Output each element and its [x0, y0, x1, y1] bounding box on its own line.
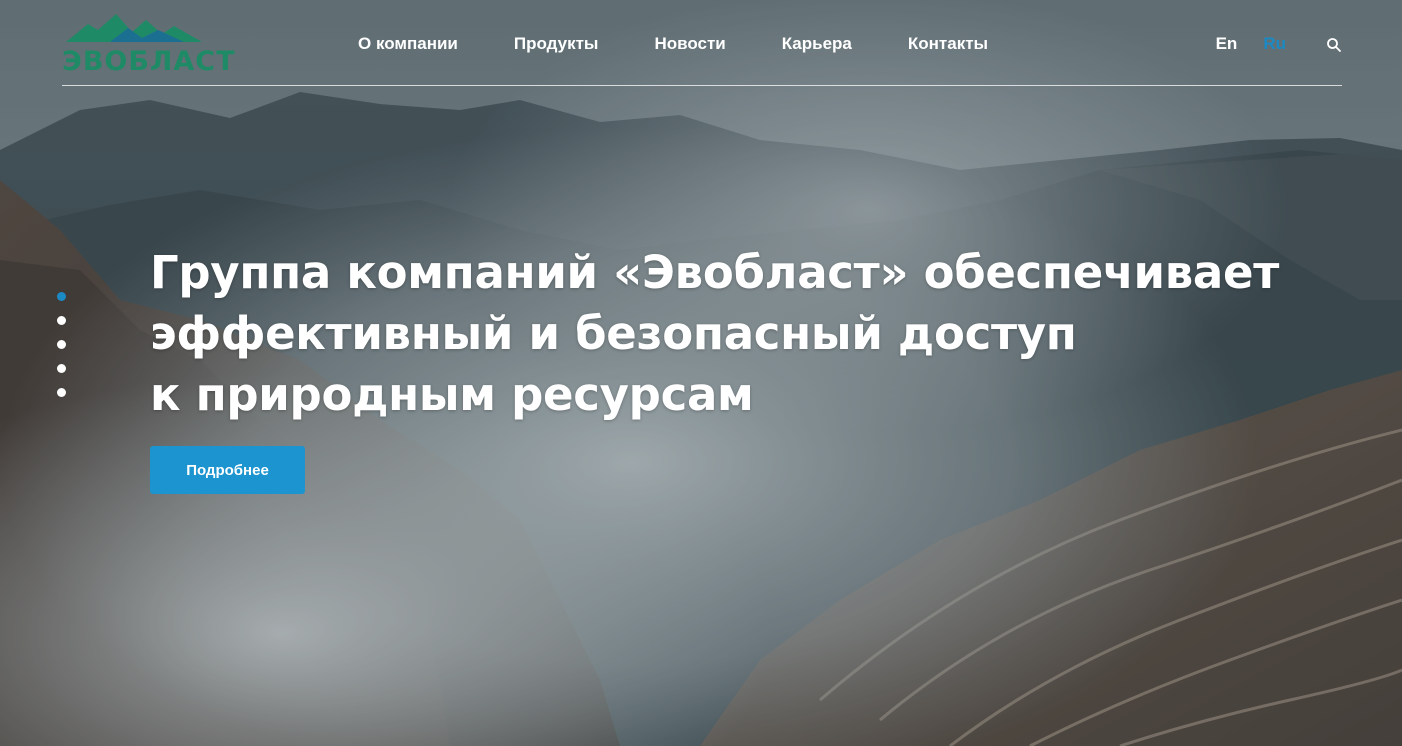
- main-navigation: О компании Продукты Новости Карьера Конт…: [358, 34, 988, 54]
- logo-text: ЭВОБЛАСТ: [62, 46, 236, 77]
- more-details-button[interactable]: Подробнее: [150, 446, 305, 494]
- nav-item-about[interactable]: О компании: [358, 34, 458, 54]
- nav-item-products[interactable]: Продукты: [514, 34, 599, 54]
- headline-line-3: к природным ресурсам: [150, 368, 754, 421]
- headline-line-1: Группа компаний «Эвобласт» обеспечивает: [150, 246, 1279, 299]
- slide-dot-3[interactable]: [57, 340, 66, 349]
- headline-line-2: эффективный и безопасный доступ: [150, 307, 1077, 360]
- slide-dot-5[interactable]: [57, 388, 66, 397]
- nav-item-news[interactable]: Новости: [654, 34, 725, 54]
- hero-section: ЭВОБЛАСТ О компании Продукты Новости Кар…: [0, 0, 1402, 746]
- slide-dot-2[interactable]: [57, 316, 66, 325]
- language-switcher: En Ru: [1216, 34, 1286, 54]
- hero-headline: Группа компаний «Эвобласт» обеспечивает …: [150, 242, 1279, 425]
- search-button[interactable]: [1326, 37, 1342, 53]
- slide-dot-1[interactable]: [57, 292, 66, 301]
- slide-dot-4[interactable]: [57, 364, 66, 373]
- search-icon: [1327, 38, 1341, 52]
- lang-en[interactable]: En: [1216, 34, 1238, 54]
- company-logo[interactable]: ЭВОБЛАСТ: [62, 10, 237, 77]
- lang-ru[interactable]: Ru: [1263, 34, 1286, 54]
- nav-item-contacts[interactable]: Контакты: [908, 34, 988, 54]
- slider-pagination: [57, 292, 66, 397]
- nav-item-career[interactable]: Карьера: [782, 34, 852, 54]
- mountains-logo-icon: [66, 14, 202, 42]
- site-header: ЭВОБЛАСТ О компании Продукты Новости Кар…: [62, 0, 1342, 86]
